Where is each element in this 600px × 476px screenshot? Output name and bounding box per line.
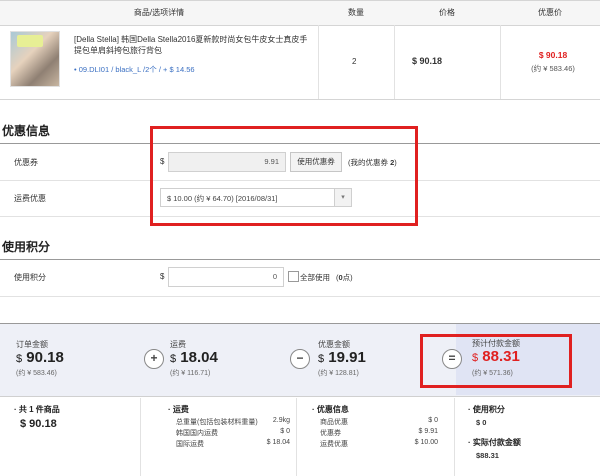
points-detail-value: $ 0 xyxy=(476,418,487,427)
coupon-label: 优惠券 xyxy=(14,158,38,167)
order-amount-cny: (约 ¥ 583.46) xyxy=(16,370,57,377)
highlight-box-payment xyxy=(420,334,572,388)
minus-icon: − xyxy=(290,349,310,369)
shipping-discount-label: 运费优惠 xyxy=(14,194,46,203)
col-header-sale-price: 优惠价 xyxy=(538,8,562,17)
discount-amount-value: $ 19.91 xyxy=(318,349,366,366)
col-header-quantity: 数量 xyxy=(348,8,364,17)
shipping-detail-value: $ 0 xyxy=(280,428,290,435)
shipping-detail-label: 国际运费 xyxy=(176,441,204,448)
points-section-title: 使用积分 xyxy=(2,240,51,254)
points-amount-field[interactable]: 0 xyxy=(168,267,284,287)
discount-section-title: 优惠信息 xyxy=(2,124,51,138)
discount-detail-value: $ 10.00 xyxy=(414,439,438,446)
shipping-fee-cny: (约 ¥ 116.71) xyxy=(170,370,211,377)
product-table-header: 商品/选项详情 数量 价格 优惠价 xyxy=(0,0,600,26)
product-price: $ 90.18 xyxy=(412,56,443,66)
product-quantity: 2 xyxy=(352,57,357,66)
available-points: (0点) xyxy=(336,273,353,282)
shipping-detail-value: $ 18.04 xyxy=(266,439,290,446)
shipping-fee-value: $ 18.04 xyxy=(170,349,218,366)
product-sale-price-cny: (约 ¥ 583.46) xyxy=(531,64,575,73)
points-detail-title: · 使用积分 xyxy=(468,405,505,414)
shipping-detail-value: 2.9kg xyxy=(272,417,290,424)
discount-detail-value: $ 9.91 xyxy=(418,428,438,435)
discount-detail-label: 优惠券 xyxy=(320,430,341,437)
discount-amount-cny: (约 ¥ 128.81) xyxy=(318,370,359,377)
col-header-product: 商品/选项详情 xyxy=(133,8,185,17)
discount-detail-value: $ 0 xyxy=(428,417,438,424)
shipping-detail-label: 韩国国内运费 xyxy=(176,430,218,437)
items-count: · 共 1 件商品 xyxy=(14,405,60,414)
points-currency: $ xyxy=(160,272,165,281)
discount-detail-label: 运费优惠 xyxy=(320,441,348,448)
actual-payment-title: · 实际付款金额 xyxy=(468,438,521,447)
product-name-link[interactable]: [Della Stella] 韩国Della Stella2016夏新款时尚女包… xyxy=(74,34,314,56)
highlight-box-discount xyxy=(150,126,418,226)
product-sale-price: $ 90.18 xyxy=(538,50,568,60)
use-all-points-label[interactable]: 全部使用 xyxy=(300,272,330,283)
actual-payment-value: $88.31 xyxy=(476,451,499,460)
discount-detail-title: · 优惠信息 xyxy=(312,405,349,414)
plus-icon: + xyxy=(144,349,164,369)
points-label: 使用积分 xyxy=(14,273,46,282)
product-thumbnail[interactable] xyxy=(10,31,60,87)
col-header-price: 价格 xyxy=(439,8,455,17)
product-option: • 09.DLI01 / black_L /2个 / + $ 14.56 xyxy=(74,65,195,74)
use-all-points-checkbox[interactable] xyxy=(288,271,299,282)
shipping-detail-title: · 运费 xyxy=(168,405,189,414)
order-amount-value: $ 90.18 xyxy=(16,349,64,366)
discount-detail-label: 商品优惠 xyxy=(320,419,348,426)
items-total: $ 90.18 xyxy=(20,418,57,430)
